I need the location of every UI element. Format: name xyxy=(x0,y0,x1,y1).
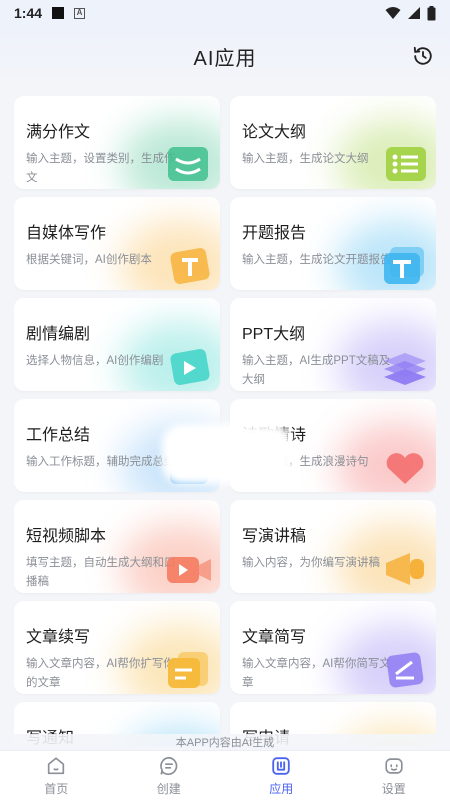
app-card[interactable]: 论文大纲输入主题，生成论文大纲 xyxy=(230,96,436,189)
app-card[interactable]: 文章简写输入文章内容，AI帮你简写文章 xyxy=(230,601,436,694)
create-icon xyxy=(159,756,178,775)
card-title: 满分作文 xyxy=(26,124,91,141)
card-illustration-icon xyxy=(380,246,430,286)
card-illustration-icon xyxy=(164,246,214,286)
card-description: 输入主题，设置类别，生成作文 xyxy=(26,153,176,184)
page-title: AI应用 xyxy=(193,47,257,70)
history-icon xyxy=(413,46,432,65)
card-title: 自媒体写作 xyxy=(26,225,107,242)
battery-icon xyxy=(427,5,436,20)
card-illustration-icon xyxy=(380,448,430,488)
app-card[interactable]: 短视频脚本填写主题，自动生成大纲和口播稿 xyxy=(14,500,220,593)
tab-apps[interactable]: 应用 xyxy=(225,751,338,800)
card-description: 根据关键词，AI创作剧本 xyxy=(26,254,152,266)
card-title: 短视频脚本 xyxy=(26,528,107,545)
app-card[interactable]: 满分作文输入主题，设置类别，生成作文 xyxy=(14,96,220,189)
card-illustration-icon xyxy=(164,347,214,387)
settings-icon xyxy=(385,757,403,774)
card-description: 输入主题，生成论文开题报告 xyxy=(242,254,392,266)
app-card[interactable]: 剧情编剧选择人物信息，AI创作编剧 xyxy=(14,298,220,391)
card-title: 开题报告 xyxy=(242,225,307,242)
wifi-icon xyxy=(385,7,401,19)
tab-settings-label: 设置 xyxy=(381,781,406,796)
signal-icon xyxy=(408,7,420,19)
card-illustration-icon xyxy=(380,549,430,589)
tab-create[interactable]: 创建 xyxy=(113,751,226,800)
card-description: 输入主题，AI生成PPT文稿及大纲 xyxy=(242,355,391,386)
card-illustration-icon xyxy=(164,145,214,185)
card-title: PPT大纲 xyxy=(242,326,306,343)
app-card[interactable]: 文章续写输入文章内容，AI帮你扩写你的文章 xyxy=(14,601,220,694)
app-card[interactable]: 自媒体写作根据关键词，AI创作剧本 xyxy=(14,197,220,290)
card-description: 填写主题，自动生成大纲和口播稿 xyxy=(26,557,176,588)
tab-home[interactable]: 首页 xyxy=(0,751,113,800)
overlay-mask xyxy=(162,424,292,484)
card-description: 输入工作标题，辅助完成总结 xyxy=(26,456,176,468)
tab-apps-label: 应用 xyxy=(269,781,294,796)
app-header: AI应用 xyxy=(0,26,450,86)
history-button[interactable] xyxy=(410,43,436,69)
app-card[interactable]: PPT大纲输入主题，AI生成PPT文稿及大纲 xyxy=(230,298,436,391)
card-title: 写演讲稿 xyxy=(242,528,307,545)
card-title: 文章简写 xyxy=(242,629,307,646)
app-grid: 满分作文 输入主题，设置类别，生成作文 论文大纲 输入主题，生成论文大纲 自媒体写作 根据… xyxy=(14,96,436,746)
card-description: 选择人物信息，AI创作编剧 xyxy=(26,355,164,367)
status-right xyxy=(385,5,436,21)
card-illustration-icon xyxy=(380,347,430,387)
card-title: 剧情编剧 xyxy=(26,326,91,343)
app-notification-icon: A xyxy=(74,7,86,19)
card-description: 输入文章内容，AI帮你扩写你的文章 xyxy=(26,658,175,689)
card-description: 输入主题，生成论文大纲 xyxy=(242,153,369,165)
bottom-tab-bar: 首页 创建 应用 设置 xyxy=(0,750,450,800)
tab-home-label: 首页 xyxy=(44,781,69,796)
card-illustration-icon xyxy=(164,549,214,589)
card-title: 文章续写 xyxy=(26,629,91,646)
status-time: 1:44 xyxy=(14,5,43,21)
tab-create-label: 创建 xyxy=(156,781,181,796)
card-illustration-icon xyxy=(380,650,430,690)
app-card[interactable]: 开题报告输入主题，生成论文开题报告 xyxy=(230,197,436,290)
app-card[interactable]: 写演讲稿输入内容，为你编写演讲稿 xyxy=(230,500,436,593)
card-title: 论文大纲 xyxy=(242,124,307,141)
status-bar: 1:44 A xyxy=(0,0,450,26)
notification-icon xyxy=(52,7,65,19)
card-illustration-icon xyxy=(164,650,214,690)
ai-content-notice: 本APP内容由AI生成 xyxy=(0,734,450,750)
card-description: 输入文章内容，AI帮你简写文章 xyxy=(242,658,391,689)
card-description: 输入内容，为你编写演讲稿 xyxy=(242,557,380,569)
card-illustration-icon xyxy=(380,145,430,185)
home-icon xyxy=(48,756,65,774)
apps-icon xyxy=(272,756,290,775)
tab-settings[interactable]: 设置 xyxy=(338,751,450,800)
